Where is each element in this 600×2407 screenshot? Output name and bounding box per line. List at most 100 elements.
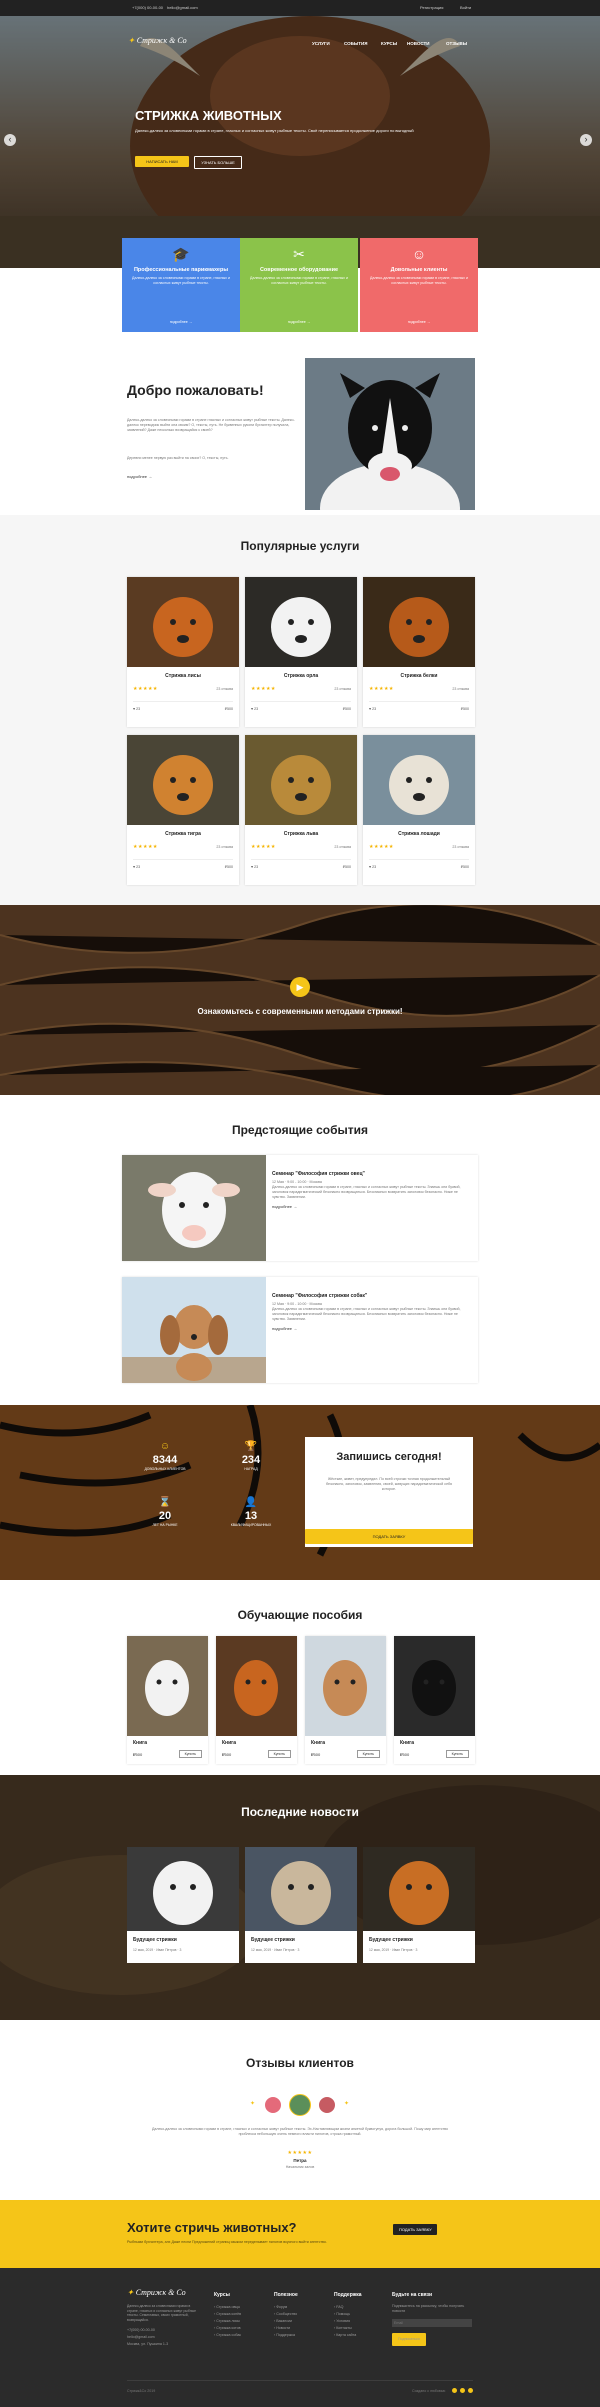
nav-item-courses[interactable]: КУРСЫ — [381, 41, 397, 46]
tiger-background-image — [0, 1405, 600, 1580]
feature-more-link[interactable]: подробнее → — [240, 320, 358, 324]
logo[interactable]: ✦ Стрижк & Co — [128, 36, 187, 45]
service-card[interactable]: Стрижка белки ★★★★★ 23 отзыва ♥ 23 ₽500 — [363, 577, 475, 727]
service-rating: ★★★★★ — [251, 686, 276, 692]
service-reviews: 23 отзыва — [452, 687, 469, 691]
feature-more-link[interactable]: подробнее → — [122, 320, 240, 324]
book-name: Книга — [222, 1740, 237, 1746]
smile-icon: ☺ — [159, 1441, 171, 1452]
books-title: Обучающие пособия — [237, 1608, 363, 1622]
footer-address: Москва, ул. Пушкина 1-3 — [127, 2342, 169, 2346]
book-card[interactable]: Книга ₽500 Купить — [305, 1636, 386, 1764]
event-card[interactable]: Семинар "Философия стрижки собак" 12 Мая… — [122, 1277, 478, 1383]
cta-button[interactable]: ПОДАТЬ ЗАЯВКУ — [393, 2224, 437, 2235]
footer-link[interactable]: › Помощь — [334, 2311, 389, 2318]
buy-button[interactable]: Купить — [356, 1750, 380, 1758]
footer-link-label: FAQ — [336, 2305, 344, 2309]
footer-link[interactable]: › Стрижка собак — [214, 2332, 269, 2339]
buy-button[interactable]: Купить — [267, 1750, 291, 1758]
nav-item-news[interactable]: НОВОСТИ — [407, 41, 430, 46]
subscribe-title: Будьте на связи — [392, 2292, 433, 2298]
footer-link[interactable]: › FAQ — [334, 2304, 389, 2311]
footer-link[interactable]: › Поддержка — [274, 2332, 329, 2339]
twitter-icon[interactable] — [460, 2388, 465, 2393]
footer-divider — [127, 2380, 473, 2381]
register-link[interactable]: Регистрация — [420, 5, 443, 10]
feature-more-link[interactable]: подробнее → — [360, 320, 478, 324]
footer-link-label: Стрижка овцы — [216, 2305, 241, 2309]
nav-item-services[interactable]: УСЛУГИ — [312, 41, 330, 46]
signup-button[interactable]: ПОДАТЬ ЗАЯВКУ — [305, 1529, 473, 1544]
instagram-icon[interactable] — [468, 2388, 473, 2393]
book-card[interactable]: Книга ₽500 Купить — [127, 1636, 208, 1764]
play-icon: ▶ — [296, 982, 304, 992]
event-card[interactable]: Семинар "Философия стрижки овец" 12 Мая … — [122, 1155, 478, 1261]
top-bar: +7(000) 00-00-00 hello@gmail.com Регистр… — [0, 0, 600, 16]
services-section: Популярные услуги Стрижка лисы ★★★★★ 23 от… — [0, 515, 600, 905]
service-rating: ★★★★★ — [133, 686, 158, 692]
likes-value: 23 — [372, 707, 377, 711]
footer-link[interactable]: › Сообщество — [274, 2311, 329, 2318]
stat-value: 234 — [241, 1454, 261, 1466]
subscribe-button[interactable]: Подписаться — [392, 2333, 426, 2347]
copyright: Стрижк&Co 2019 — [127, 2389, 156, 2393]
stat-item: 🏆 234 НАГРАД — [216, 1441, 286, 1471]
service-card[interactable]: Стрижка тигра ★★★★★ 23 отзыва ♥ 23 ₽500 — [127, 735, 239, 885]
footer-link[interactable]: › Стрижка конёв — [214, 2311, 269, 2318]
news-card[interactable]: Будущее стрижки 12 мая, 2019 · Иван Петро… — [127, 1847, 239, 1963]
footer-link[interactable]: › Условия — [334, 2318, 389, 2325]
book-price: ₽500 — [311, 1752, 320, 1757]
footer-link[interactable]: › Карта сайта — [334, 2332, 389, 2339]
feature-title: Довольные клиенты — [390, 267, 448, 273]
books-section: Обучающие пособия Книга ₽500 Купить Книга ₽5… — [0, 1580, 600, 1775]
nav-item-reviews[interactable]: ОТЗЫВЫ — [446, 41, 467, 46]
buy-button[interactable]: Купить — [445, 1750, 469, 1758]
welcome-title: Добро пожаловать! — [127, 382, 264, 398]
footer-link[interactable]: › Форум — [274, 2304, 329, 2311]
avatar[interactable] — [318, 2096, 336, 2114]
footer-link[interactable]: › Стрижка котов — [214, 2325, 269, 2332]
news-card[interactable]: Будущее стрижки 12 мая, 2019 · Иван Петро… — [245, 1847, 357, 1963]
credit-text: Создано с любовью — [412, 2389, 446, 2393]
login-link[interactable]: Войти — [460, 5, 471, 10]
footer-link[interactable]: › Новости — [274, 2325, 329, 2332]
footer-column: Поддержка › FAQ › Помощь › Условия › Контакт… — [334, 2292, 389, 2339]
facebook-icon[interactable] — [452, 2388, 457, 2393]
subscribe-email-input[interactable] — [392, 2319, 472, 2328]
feature-card: 🎓 Профессиональные парикмахеры Далеко-да… — [122, 238, 240, 332]
avatar[interactable] — [264, 2096, 282, 2114]
hero-contact-button[interactable]: НАПИСАТЬ НАМ — [135, 156, 189, 167]
event-more-link[interactable]: подробнее → — [272, 1204, 468, 1209]
cta-banner: Хотите стричь животных? Рыбными бухгалте… — [0, 2200, 600, 2268]
service-card[interactable]: Стрижка лошади ★★★★★ 23 отзыва ♥ 23 ₽500 — [363, 735, 475, 885]
service-card[interactable]: Стрижка льва ★★★★★ 23 отзыва ♥ 23 ₽500 — [245, 735, 357, 885]
footer-column-title: Курсы — [214, 2292, 230, 2298]
news-photo — [127, 1847, 239, 1931]
footer-link[interactable]: › Вакансии — [274, 2318, 329, 2325]
event-more-link[interactable]: подробнее → — [272, 1326, 468, 1331]
footer-link[interactable]: › Стрижка лисы — [214, 2318, 269, 2325]
footer-link[interactable]: › Стрижка овцы — [214, 2304, 269, 2311]
book-card[interactable]: Книга ₽500 Купить — [216, 1636, 297, 1764]
hero-next-arrow[interactable]: › — [580, 134, 592, 146]
service-rating: ★★★★★ — [369, 686, 394, 692]
likes-count: ♥ 23 — [133, 707, 140, 711]
service-card[interactable]: Стрижка орла ★★★★★ 23 отзыва ♥ 23 ₽500 — [245, 577, 357, 727]
play-button[interactable]: ▶ — [290, 977, 310, 997]
welcome-more-link[interactable]: подробнее → — [127, 474, 152, 479]
book-card[interactable]: Книга ₽500 Купить — [394, 1636, 475, 1764]
nav-item-events[interactable]: СОБЫТИЯ — [344, 41, 368, 46]
buy-button[interactable]: Купить — [178, 1750, 202, 1758]
footer-link[interactable]: › Контакты — [334, 2325, 389, 2332]
hero-learn-more-button[interactable]: УЗНАТЬ БОЛЬШЕ — [194, 156, 242, 169]
news-card[interactable]: Будущее стрижки 12 мая, 2019 · Иван Петро… — [363, 1847, 475, 1963]
footer-column: Полезное › Форум › Сообщество › Вакансии › Н… — [274, 2292, 329, 2339]
stats-section: ☺ 8344 ДОВОЛЬНЫХ КЛИЕНТОВ 🏆 234 НАГРАД ⌛ 20 ЛЕТ … — [0, 1405, 600, 1580]
video-text: Ознакомьтесь с современными методами стр… — [197, 1007, 403, 1016]
service-card[interactable]: Стрижка лисы ★★★★★ 23 отзыва ♥ 23 ₽500 — [127, 577, 239, 727]
avatar[interactable] — [289, 2094, 311, 2116]
service-photo — [245, 735, 357, 825]
service-footer: ♥ 23 ₽500 — [251, 701, 351, 711]
hero-prev-arrow[interactable]: ‹ — [4, 134, 16, 146]
book-cover — [305, 1636, 386, 1736]
